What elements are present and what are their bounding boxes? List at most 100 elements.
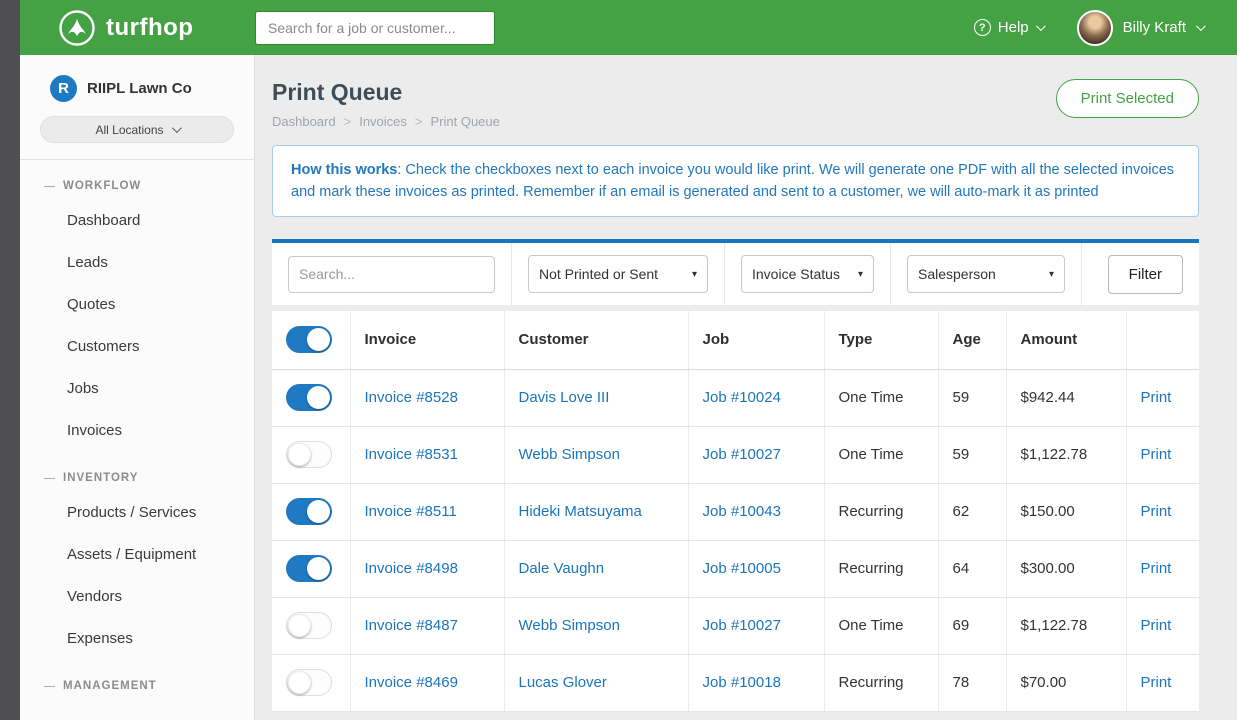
print-link[interactable]: Print <box>1141 617 1172 634</box>
print-link[interactable]: Print <box>1141 503 1172 520</box>
invoice-link[interactable]: Invoice #8469 <box>365 674 458 691</box>
invoice-table: Invoice Customer Job Type Age Amount Inv… <box>272 311 1199 712</box>
company-header: R RIIPL Lawn Co <box>20 55 254 102</box>
print-link[interactable]: Print <box>1141 560 1172 577</box>
global-search-input[interactable] <box>255 11 495 45</box>
job-link[interactable]: Job #10018 <box>703 674 781 691</box>
nav-section-label: REPORTS <box>20 710 254 720</box>
company-logo: R <box>50 75 77 102</box>
column-header-age: Age <box>938 311 1006 369</box>
sidebar-item-invoices[interactable]: Invoices <box>20 410 254 452</box>
row-select-toggle[interactable] <box>286 441 332 468</box>
sidebar-item-leads[interactable]: Leads <box>20 242 254 284</box>
customer-link[interactable]: Webb Simpson <box>519 446 620 463</box>
brand-logo[interactable]: turfhop <box>20 9 255 47</box>
customer-link[interactable]: Hideki Matsuyama <box>519 503 642 520</box>
user-menu[interactable]: Billy Kraft <box>1077 10 1203 46</box>
company-name: RIIPL Lawn Co <box>87 80 192 97</box>
invoice-link[interactable]: Invoice #8498 <box>365 560 458 577</box>
info-box: How this works: Check the checkboxes nex… <box>272 145 1199 217</box>
invoice-age: 62 <box>938 483 1006 540</box>
print-link[interactable]: Print <box>1141 674 1172 691</box>
column-header-amount: Amount <box>1006 311 1126 369</box>
row-select-toggle[interactable] <box>286 669 332 696</box>
nav-section-label: MANAGEMENT <box>20 670 254 700</box>
invoice-age: 78 <box>938 654 1006 711</box>
info-box-title: How this works <box>291 162 397 178</box>
invoice-link[interactable]: Invoice #8511 <box>365 503 457 520</box>
sidebar-item-vendors[interactable]: Vendors <box>20 576 254 618</box>
page-header: Print Queue Dashboard > Invoices > Print… <box>272 73 1199 145</box>
column-header-invoice: Invoice <box>350 311 504 369</box>
job-link[interactable]: Job #10027 <box>703 617 781 634</box>
job-link[interactable]: Job #10005 <box>703 560 781 577</box>
column-header-type: Type <box>824 311 938 369</box>
brand-name: turfhop <box>106 14 193 42</box>
print-selected-button[interactable]: Print Selected <box>1056 79 1199 118</box>
invoice-link[interactable]: Invoice #8487 <box>365 617 458 634</box>
sidebar-item-quotes[interactable]: Quotes <box>20 284 254 326</box>
help-menu[interactable]: ? Help <box>974 19 1043 36</box>
customer-link[interactable]: Davis Love III <box>519 389 610 406</box>
print-link[interactable]: Print <box>1141 446 1172 463</box>
toggle-knob <box>288 443 311 466</box>
invoice-table-body: Invoice #8528 Davis Love III Job #10024 … <box>272 369 1199 711</box>
chevron-down-icon <box>1196 21 1206 31</box>
invoice-age: 59 <box>938 426 1006 483</box>
customer-link[interactable]: Lucas Glover <box>519 674 607 691</box>
printed-status-value: Not Printed or Sent <box>539 266 658 282</box>
caret-down-icon: ▾ <box>692 269 697 280</box>
select-all-toggle[interactable] <box>286 326 332 353</box>
column-header-customer: Customer <box>504 311 688 369</box>
table-row: Invoice #8469 Lucas Glover Job #10018 Re… <box>272 654 1199 711</box>
invoice-type: Recurring <box>824 540 938 597</box>
invoice-link[interactable]: Invoice #8531 <box>365 446 458 463</box>
user-name: Billy Kraft <box>1123 19 1186 36</box>
page-title: Print Queue <box>272 79 500 106</box>
filter-search-input[interactable] <box>288 256 495 293</box>
top-header: turfhop ? Help Billy Kraft <box>20 0 1237 55</box>
nav-section: REPORTS <box>20 710 254 720</box>
salesperson-select[interactable]: Salesperson ▾ <box>907 255 1065 293</box>
sidebar-item-products-services[interactable]: Products / Services <box>20 492 254 534</box>
sidebar-item-dashboard[interactable]: Dashboard <box>20 200 254 242</box>
print-link[interactable]: Print <box>1141 389 1172 406</box>
breadcrumb-invoices[interactable]: Invoices <box>359 114 407 129</box>
customer-link[interactable]: Webb Simpson <box>519 617 620 634</box>
job-link[interactable]: Job #10027 <box>703 446 781 463</box>
job-link[interactable]: Job #10024 <box>703 389 781 406</box>
help-icon: ? <box>974 19 991 36</box>
breadcrumb: Dashboard > Invoices > Print Queue <box>272 114 500 129</box>
topbar-right: ? Help Billy Kraft <box>974 10 1237 46</box>
invoice-amount: $942.44 <box>1006 369 1126 426</box>
locations-selector[interactable]: All Locations <box>40 116 234 143</box>
toggle-knob <box>307 557 330 580</box>
breadcrumb-separator: > <box>415 114 423 129</box>
info-box-text: : Check the checkboxes next to each invo… <box>291 162 1174 200</box>
invoice-amount: $70.00 <box>1006 654 1126 711</box>
sidebar-item-assets-equipment[interactable]: Assets / Equipment <box>20 534 254 576</box>
printed-status-select[interactable]: Not Printed or Sent ▾ <box>528 255 708 293</box>
job-link[interactable]: Job #10043 <box>703 503 781 520</box>
nav-section-label: INVENTORY <box>20 462 254 492</box>
sidebar-item-expenses[interactable]: Expenses <box>20 618 254 660</box>
sidebar-item-jobs[interactable]: Jobs <box>20 368 254 410</box>
invoice-type: Recurring <box>824 654 938 711</box>
invoice-link[interactable]: Invoice #8528 <box>365 389 458 406</box>
customer-link[interactable]: Dale Vaughn <box>519 560 605 577</box>
filter-button[interactable]: Filter <box>1108 255 1183 294</box>
invoice-status-select[interactable]: Invoice Status ▾ <box>741 255 874 293</box>
row-select-toggle[interactable] <box>286 555 332 582</box>
column-header-print <box>1126 311 1199 369</box>
invoice-amount: $150.00 <box>1006 483 1126 540</box>
invoice-type: One Time <box>824 369 938 426</box>
caret-down-icon: ▾ <box>858 269 863 280</box>
app-root: turfhop ? Help Billy Kraft R RIIPL Lawn … <box>0 0 1237 720</box>
row-select-toggle[interactable] <box>286 384 332 411</box>
sidebar-item-customers[interactable]: Customers <box>20 326 254 368</box>
toggle-knob <box>307 386 330 409</box>
invoice-age: 64 <box>938 540 1006 597</box>
breadcrumb-dashboard[interactable]: Dashboard <box>272 114 336 129</box>
row-select-toggle[interactable] <box>286 612 332 639</box>
row-select-toggle[interactable] <box>286 498 332 525</box>
